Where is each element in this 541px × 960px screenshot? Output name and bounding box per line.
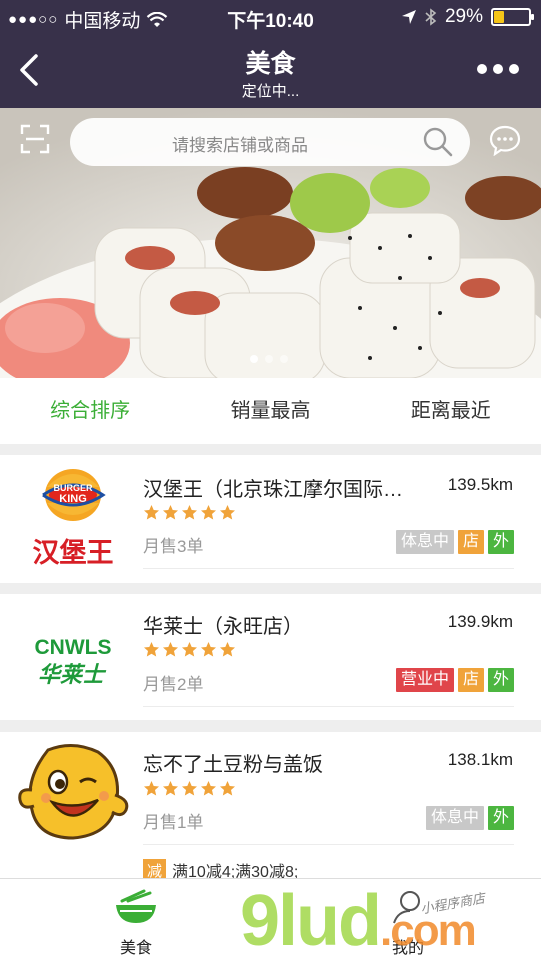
divider <box>143 568 514 569</box>
star-icon <box>201 642 216 657</box>
shop-distance: 139.5km <box>447 475 513 494</box>
star-icon <box>220 781 235 796</box>
shop-distance: 139.9km <box>447 612 513 631</box>
star-icon <box>144 642 159 657</box>
star-icon <box>163 505 178 520</box>
tag-takeout: 外 <box>487 530 514 554</box>
shop-name[interactable]: 华莱士（永旺店） <box>143 610 433 639</box>
sort-tabs: 综合排序 销量最高 距离最近 <box>0 378 541 444</box>
monthly-sales: 月售2单 <box>143 675 204 694</box>
rating-stars <box>143 780 236 797</box>
potato-mascot-logo <box>18 740 129 850</box>
star-icon <box>201 505 216 520</box>
scan-icon[interactable] <box>20 124 50 154</box>
wallace-logo: CNWLS 华莱士 <box>18 602 128 712</box>
tag-dine-in: 店 <box>457 668 484 692</box>
sort-tab-distance[interactable]: 距离最近 <box>361 378 541 444</box>
bk-logo-cn-text: 汉堡王 <box>33 537 114 569</box>
tag-takeout: 外 <box>487 806 514 830</box>
shop-card-potato-noodles[interactable]: 忘不了土豆粉与盖饭 138.1km 月售1单 体息中 外 减 满10减4;满30… <box>0 732 541 882</box>
bk-logo-text-2: KING <box>59 493 87 505</box>
tag-open: 营业中 <box>395 668 454 692</box>
burger-king-logo: BURGER KING 汉堡王 <box>18 465 128 575</box>
wallace-logo-icon: CNWLS 华莱士 <box>35 636 112 688</box>
watermark-main: 9lud <box>240 881 382 960</box>
search-bar[interactable]: 请搜索店铺或商品 <box>70 118 470 166</box>
bk-logo-text-1: BURGER <box>53 483 93 493</box>
star-icon <box>163 781 178 796</box>
rating-stars <box>143 641 236 658</box>
star-icon <box>182 505 197 520</box>
pager-dot <box>280 355 288 363</box>
star-icon <box>220 642 235 657</box>
rating-stars <box>143 504 236 521</box>
nav-bar: 美食 定位中... <box>0 36 541 108</box>
status-tags: 体息中 外 <box>425 806 514 830</box>
shop-card-wallace[interactable]: CNWLS 华莱士 华莱士（永旺店） 139.9km 月售2单 营业中 店 外 <box>0 594 541 720</box>
wallace-logo-cn-text: 华莱士 <box>38 662 107 688</box>
bluetooth-icon <box>425 8 437 26</box>
banner-pager <box>250 355 288 363</box>
tag-dine-in: 店 <box>457 530 484 554</box>
tab-food[interactable]: 美食 <box>108 889 164 958</box>
star-icon <box>163 642 178 657</box>
sort-tab-comprehensive[interactable]: 综合排序 <box>0 378 180 444</box>
tag-resting: 体息中 <box>395 530 454 554</box>
search-icon[interactable] <box>422 126 454 158</box>
star-icon <box>182 642 197 657</box>
page-title: 美食 <box>245 50 296 78</box>
pager-dot <box>250 355 258 363</box>
shop-distance: 138.1km <box>447 750 513 769</box>
search-placeholder[interactable]: 请搜索店铺或商品 <box>70 131 410 156</box>
star-icon <box>144 781 159 796</box>
star-icon <box>144 505 159 520</box>
potato-mascot-icon <box>18 744 129 840</box>
shop-name[interactable]: 汉堡王（北京珠江摩尔国际… <box>143 473 433 502</box>
sort-tab-sales[interactable]: 销量最高 <box>180 378 360 444</box>
monthly-sales: 月售3单 <box>143 537 204 556</box>
tag-resting: 体息中 <box>425 806 484 830</box>
more-menu-icon[interactable] <box>477 64 519 74</box>
battery-icon <box>491 8 534 26</box>
message-icon[interactable] <box>489 124 521 156</box>
wallace-logo-brand: CNWLS <box>35 636 112 659</box>
battery-percent: 29% <box>444 6 483 27</box>
divider <box>143 844 514 845</box>
food-bowl-icon <box>116 889 156 923</box>
status-tags: 营业中 店 外 <box>395 668 514 692</box>
star-icon <box>201 781 216 796</box>
star-icon <box>220 505 235 520</box>
shop-card-burger-king[interactable]: BURGER KING 汉堡王 汉堡王（北京珠江摩尔国际… 139.5km 月售… <box>0 455 541 583</box>
status-right: 29% <box>401 6 534 28</box>
tag-takeout: 外 <box>487 668 514 692</box>
monthly-sales: 月售1单 <box>143 813 204 832</box>
status-tags: 体息中 店 外 <box>395 530 514 554</box>
divider <box>143 706 514 707</box>
pager-dot <box>265 355 273 363</box>
location-arrow-icon <box>401 10 416 24</box>
location-status: 定位中... <box>241 83 300 100</box>
tab-food-label: 美食 <box>119 940 152 957</box>
shop-name[interactable]: 忘不了土豆粉与盖饭 <box>143 748 433 777</box>
battery-fill <box>494 11 504 23</box>
status-bar: ●●●○○ 中国移动 下午10:40 29% <box>0 0 541 36</box>
burger-king-logo-icon: BURGER KING 汉堡王 <box>33 469 114 569</box>
star-icon <box>182 781 197 796</box>
